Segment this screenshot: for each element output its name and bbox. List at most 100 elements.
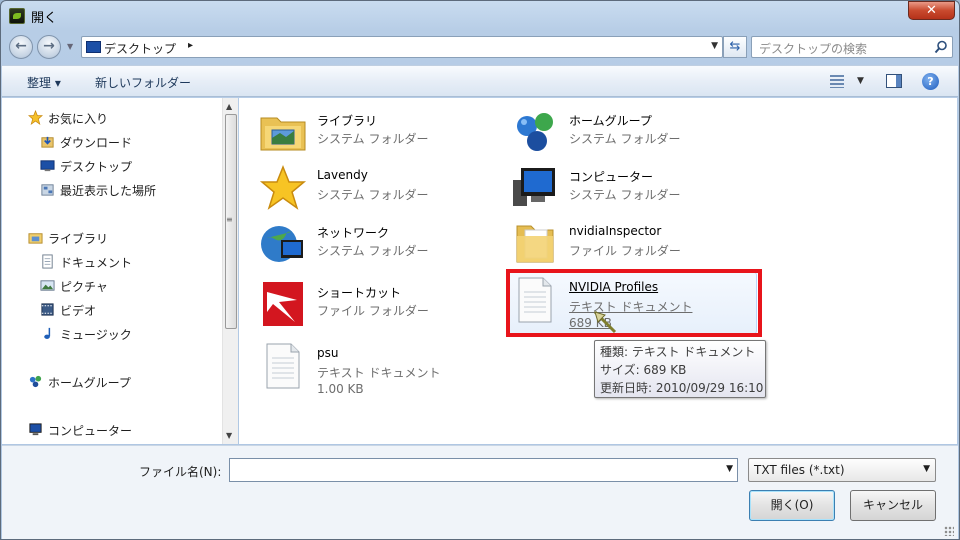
item-name: Lavendy xyxy=(317,168,368,182)
nav-scrollbar[interactable]: ▲ ≡ ▼ xyxy=(222,98,238,444)
videos-icon xyxy=(41,303,54,316)
tooltip-modified: 更新日時: 2010/09/29 16:10 xyxy=(600,381,764,395)
item-name: psu xyxy=(317,346,339,360)
navigation-row: ← → ▼ デスクトップ ▸ ▼ ⇆ デスクトップの検索 xyxy=(9,34,953,60)
filename-label: ファイル名(N): xyxy=(139,465,222,479)
nav-label: ビデオ xyxy=(60,304,97,318)
desktop-icon xyxy=(40,160,55,172)
address-path[interactable]: デスクトップ xyxy=(104,40,176,57)
preview-pane-icon[interactable] xyxy=(886,74,902,88)
chevron-down-icon[interactable]: ▼ xyxy=(857,76,864,86)
item-type: テキスト ドキュメント xyxy=(317,366,441,380)
scroll-up-icon[interactable]: ▲ xyxy=(226,102,232,111)
address-dropdown-icon[interactable]: ▼ xyxy=(711,41,718,51)
item-shortcut[interactable]: ショートカット ファイル フォルダー xyxy=(259,280,499,336)
address-bar[interactable]: デスクトップ ▸ ▼ xyxy=(81,36,723,58)
nav-label: ホームグループ xyxy=(48,376,131,390)
chevron-down-icon[interactable]: ▼ xyxy=(726,464,733,474)
recent-places-icon xyxy=(41,184,54,196)
downloads-folder-icon xyxy=(41,136,54,148)
item-type: システム フォルダー xyxy=(317,244,429,258)
item-name: ショートカット xyxy=(317,286,402,300)
nav-label: ライブラリ xyxy=(48,232,109,246)
nvidia-app-icon xyxy=(9,8,25,24)
open-dialog: 開く ✕ ← → ▼ デスクトップ ▸ ▼ ⇆ デスクトップの検索 整理 ▾ 新… xyxy=(0,0,960,540)
folder-icon xyxy=(516,225,554,263)
search-placeholder: デスクトップの検索 xyxy=(759,42,868,56)
item-network[interactable]: ネットワーク システム フォルダー xyxy=(259,220,499,276)
close-button[interactable]: ✕ xyxy=(908,1,955,20)
tooltip-size: サイズ: 689 KB xyxy=(600,363,687,377)
text-document-icon xyxy=(266,343,300,389)
item-homegroup[interactable]: ホームグループ システム フォルダー xyxy=(511,108,751,164)
item-type: システム フォルダー xyxy=(317,188,429,202)
open-button[interactable]: 開く(O) xyxy=(749,490,835,521)
item-name: コンピューター xyxy=(569,170,654,184)
item-type: ファイル フォルダー xyxy=(317,304,429,318)
help-icon[interactable]: ? xyxy=(922,73,939,90)
nav-label: ダウンロード xyxy=(60,136,133,150)
item-type: システム フォルダー xyxy=(317,132,429,146)
scroll-grip-icon: ≡ xyxy=(226,215,233,224)
resize-grip-icon[interactable] xyxy=(944,526,954,536)
chevron-down-icon[interactable]: ▼ xyxy=(923,464,930,474)
item-type: ファイル フォルダー xyxy=(569,244,681,258)
forward-button[interactable]: → xyxy=(37,35,61,59)
tooltip-type: 種類: テキスト ドキュメント xyxy=(600,345,756,359)
shortcut-app-icon xyxy=(263,282,303,326)
desktop-icon xyxy=(86,41,101,53)
nav-label: お気に入り xyxy=(48,112,109,126)
item-computer[interactable]: コンピューター システム フォルダー xyxy=(511,164,751,220)
music-note-icon xyxy=(44,327,51,339)
item-name: ライブラリ xyxy=(317,114,378,128)
back-button[interactable]: ← xyxy=(9,35,33,59)
refresh-button[interactable]: ⇆ xyxy=(723,36,747,58)
library-folder-icon xyxy=(260,117,306,151)
filetype-select[interactable]: TXT files (*.txt) ▼ xyxy=(748,458,936,482)
computer-icon xyxy=(29,423,42,436)
organize-menu[interactable]: 整理 ▾ xyxy=(27,74,61,91)
recent-pages-dropdown[interactable]: ▼ xyxy=(67,42,73,51)
item-nvidiainspector[interactable]: nvidiaInspector ファイル フォルダー xyxy=(511,220,751,276)
item-libraries[interactable]: ライブラリ システム フォルダー xyxy=(259,108,499,164)
nav-label: ドキュメント xyxy=(60,256,133,270)
star-icon xyxy=(259,164,307,210)
view-grid-icon xyxy=(830,75,844,88)
nav-label: コンピューター xyxy=(48,424,133,438)
item-name: ネットワーク xyxy=(317,226,390,240)
file-tooltip: 種類: テキスト ドキュメント サイズ: 689 KB 更新日時: 2010/0… xyxy=(594,340,766,398)
dialog-footer: ファイル名(N): ▼ TXT files (*.txt) ▼ 開く(O) キャ… xyxy=(2,445,958,539)
nav-label: ミュージック xyxy=(60,328,132,342)
nav-label: ピクチャ xyxy=(60,280,108,294)
libraries-icon xyxy=(28,233,43,244)
item-psu[interactable]: psu テキスト ドキュメント 1.00 KB xyxy=(259,342,499,398)
window-title: 開く xyxy=(31,11,58,26)
homegroup-icon xyxy=(29,375,42,388)
homegroup-icon xyxy=(517,113,553,151)
title-bar[interactable]: 開く ✕ xyxy=(1,1,959,31)
search-icon[interactable] xyxy=(934,40,948,54)
scroll-down-icon[interactable]: ▼ xyxy=(226,431,232,440)
change-view-button[interactable]: ▼ xyxy=(830,74,866,90)
nav-label: デスクトップ xyxy=(60,160,133,174)
item-type: システム フォルダー xyxy=(569,132,681,146)
item-lavendy[interactable]: Lavendy システム フォルダー xyxy=(259,164,499,220)
network-icon xyxy=(261,226,303,262)
item-name: ホームグループ xyxy=(569,114,652,128)
breadcrumb-chevron-icon[interactable]: ▸ xyxy=(188,40,193,51)
filename-input[interactable]: ▼ xyxy=(229,458,738,482)
new-folder-button[interactable]: 新しいフォルダー xyxy=(95,74,191,91)
computer-icon xyxy=(513,168,555,206)
navigation-pane: お気に入り ダウンロード デスクトップ 最近表示した場所 ライブラリ ドキュメン… xyxy=(2,98,238,444)
pictures-icon xyxy=(40,280,55,291)
item-size: 1.00 KB xyxy=(317,382,364,396)
filetype-value: TXT files (*.txt) xyxy=(754,463,845,477)
nav-label: 最近表示した場所 xyxy=(60,184,157,198)
selection-highlight-box xyxy=(506,269,762,337)
search-input[interactable]: デスクトップの検索 xyxy=(751,36,953,58)
command-bar: 整理 ▾ 新しいフォルダー ▼ ? xyxy=(2,65,958,97)
item-type: システム フォルダー xyxy=(569,188,681,202)
cancel-button[interactable]: キャンセル xyxy=(850,490,936,521)
favorites-star-icon xyxy=(28,110,43,125)
documents-icon xyxy=(42,254,53,269)
